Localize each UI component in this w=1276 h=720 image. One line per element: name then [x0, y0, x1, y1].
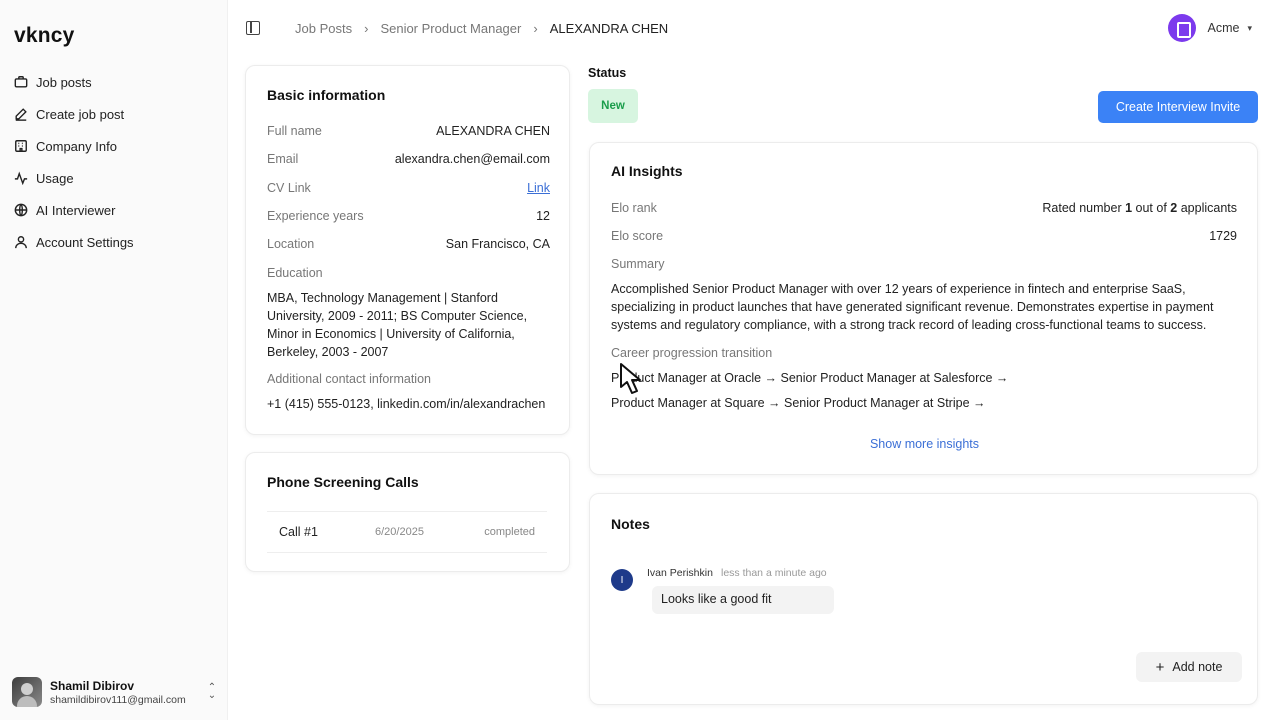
email-row: Email alexandra.chen@email.com — [267, 152, 550, 166]
call-status: completed — [484, 526, 535, 538]
org-switcher[interactable]: Acme ▾ — [1167, 14, 1252, 42]
breadcrumb: Job Posts › Senior Product Manager › ALE… — [295, 21, 668, 36]
chevron-right-icon: › — [533, 21, 538, 36]
sidebar-item-label: Job posts — [36, 74, 92, 90]
plus-icon: + — [1155, 658, 1165, 676]
elo-score-label: Elo score — [611, 229, 664, 243]
sidebar-item-create-job-post[interactable]: Create job post — [0, 98, 228, 130]
building-icon — [14, 139, 28, 153]
top-bar: Job Posts › Senior Product Manager › ALE… — [228, 0, 1276, 58]
phone-screening-card: Phone Screening Calls Call #1 6/20/2025 … — [245, 452, 570, 572]
education-label: Education — [267, 266, 323, 280]
contact-label: Additional contact information — [267, 372, 431, 386]
sidebar-item-company-info[interactable]: Company Info — [0, 130, 228, 162]
sidebar-item-job-posts[interactable]: Job posts — [0, 66, 228, 98]
breadcrumb-candidate: ALEXANDRA CHEN — [549, 21, 669, 36]
summary-label: Summary — [611, 257, 665, 271]
sidebar-item-label: Usage — [36, 170, 74, 186]
chevron-down-icon: ▾ — [1247, 22, 1252, 33]
note-timestamp: less than a minute ago — [721, 567, 827, 579]
cv-link[interactable]: Link — [527, 181, 550, 195]
career-line: Product Manager at Square → Senior Produ… — [611, 396, 986, 410]
ai-insights-card: AI Insights Elo rank Rated number 1 out … — [589, 142, 1258, 475]
user-email: shamildibirov111@gmail.com — [50, 693, 186, 706]
location-value: San Francisco, CA — [445, 237, 550, 251]
full-name-row: Full name ALEXANDRA CHEN — [267, 124, 550, 138]
app-logo[interactable]: vkncy — [14, 24, 75, 48]
breadcrumb-job-title[interactable]: Senior Product Manager — [380, 21, 521, 36]
education-value: MBA, Technology Management | Stanford Un… — [267, 291, 528, 359]
location-row: Location San Francisco, CA — [267, 237, 550, 251]
briefcase-icon — [14, 75, 28, 89]
call-date: 6/20/2025 — [375, 526, 424, 538]
career-label-row: Career progression transition — [611, 346, 1237, 360]
career-line: Product Manager at Oracle → Senior Produ… — [611, 371, 1009, 385]
sidebar-item-usage[interactable]: Usage — [0, 162, 228, 194]
sidebar-item-label: AI Interviewer — [36, 202, 116, 218]
elo-rank-value: Rated number 1 out of 2 applicants — [1042, 201, 1237, 215]
sidebar-item-label: Create job post — [36, 106, 125, 122]
user-icon — [14, 235, 28, 249]
sidebar-nav: Job posts Create job post Company Info U… — [0, 66, 228, 258]
email-value: alexandra.chen@email.com — [394, 152, 550, 166]
avatar — [12, 677, 42, 707]
elo-score-row: Elo score 1729 — [611, 229, 1237, 243]
cv-link-row: CV Link Link — [267, 181, 550, 195]
career-label: Career progression transition — [611, 346, 773, 360]
activity-icon — [14, 171, 28, 185]
card-title: AI Insights — [611, 163, 683, 179]
globe-icon — [14, 203, 28, 217]
status-label: Status — [588, 66, 627, 80]
table-row[interactable]: Call #1 6/20/2025 completed — [267, 511, 547, 553]
sidebar-item-label: Company Info — [36, 138, 117, 154]
location-label: Location — [267, 237, 315, 251]
sidebar: vkncy Job posts Create job post Company … — [0, 0, 228, 720]
elo-rank-position: 1 — [1125, 201, 1133, 215]
sidebar-item-ai-interviewer[interactable]: AI Interviewer — [0, 194, 228, 226]
experience-value: 12 — [536, 209, 550, 223]
email-label: Email — [267, 152, 299, 166]
call-name: Call #1 — [279, 525, 318, 539]
card-title: Notes — [611, 516, 650, 532]
building-icon — [1167, 14, 1196, 42]
experience-label: Experience years — [267, 209, 364, 223]
status-badge[interactable]: New — [588, 89, 638, 123]
elo-score-value: 1729 — [1209, 229, 1237, 243]
notes-card: Notes I Ivan Perishkin less than a minut… — [589, 493, 1258, 705]
sidebar-item-account-settings[interactable]: Account Settings — [0, 226, 228, 258]
card-title: Phone Screening Calls — [267, 474, 419, 490]
full-name-label: Full name — [267, 124, 322, 138]
chevron-up-down-icon: ⌃ ⌄ — [207, 682, 217, 701]
org-name: Acme — [1207, 21, 1240, 35]
breadcrumb-job-posts[interactable]: Job Posts — [295, 21, 352, 36]
note-text: Looks like a good fit — [652, 586, 834, 614]
mouse-cursor-icon — [620, 363, 641, 394]
add-note-button[interactable]: + Add note — [1136, 652, 1242, 682]
avatar: I — [611, 569, 633, 591]
chevron-right-icon: › — [364, 21, 369, 36]
user-menu[interactable]: Shamil Dibirov shamildibirov111@gmail.co… — [12, 676, 218, 708]
elo-rank-label: Elo rank — [611, 201, 657, 215]
add-note-label: Add note — [1172, 660, 1223, 674]
card-title: Basic information — [267, 87, 386, 103]
cv-link-label: CV Link — [267, 181, 311, 195]
user-name: Shamil Dibirov — [50, 678, 135, 693]
experience-row: Experience years 12 — [267, 209, 550, 223]
summary-text: Accomplished Senior Product Manager with… — [611, 282, 1214, 332]
create-interview-invite-button[interactable]: Create Interview Invite — [1098, 91, 1258, 123]
sidebar-item-label: Account Settings — [36, 234, 134, 250]
summary-label-row: Summary — [611, 257, 1237, 271]
full-name-value: ALEXANDRA CHEN — [436, 124, 550, 138]
elo-rank-row: Elo rank Rated number 1 out of 2 applica… — [611, 201, 1237, 215]
pen-icon — [14, 107, 28, 121]
contact-value: +1 (415) 555-0123, linkedin.com/in/alexa… — [267, 397, 546, 411]
show-more-insights-link[interactable]: Show more insights — [590, 437, 1259, 451]
user-info: Shamil Dibirov shamildibirov111@gmail.co… — [50, 679, 206, 706]
note-author: Ivan Perishkin — [647, 567, 713, 579]
basic-information-card: Basic information Full name ALEXANDRA CH… — [245, 65, 570, 435]
sidebar-toggle-icon[interactable] — [246, 21, 260, 35]
